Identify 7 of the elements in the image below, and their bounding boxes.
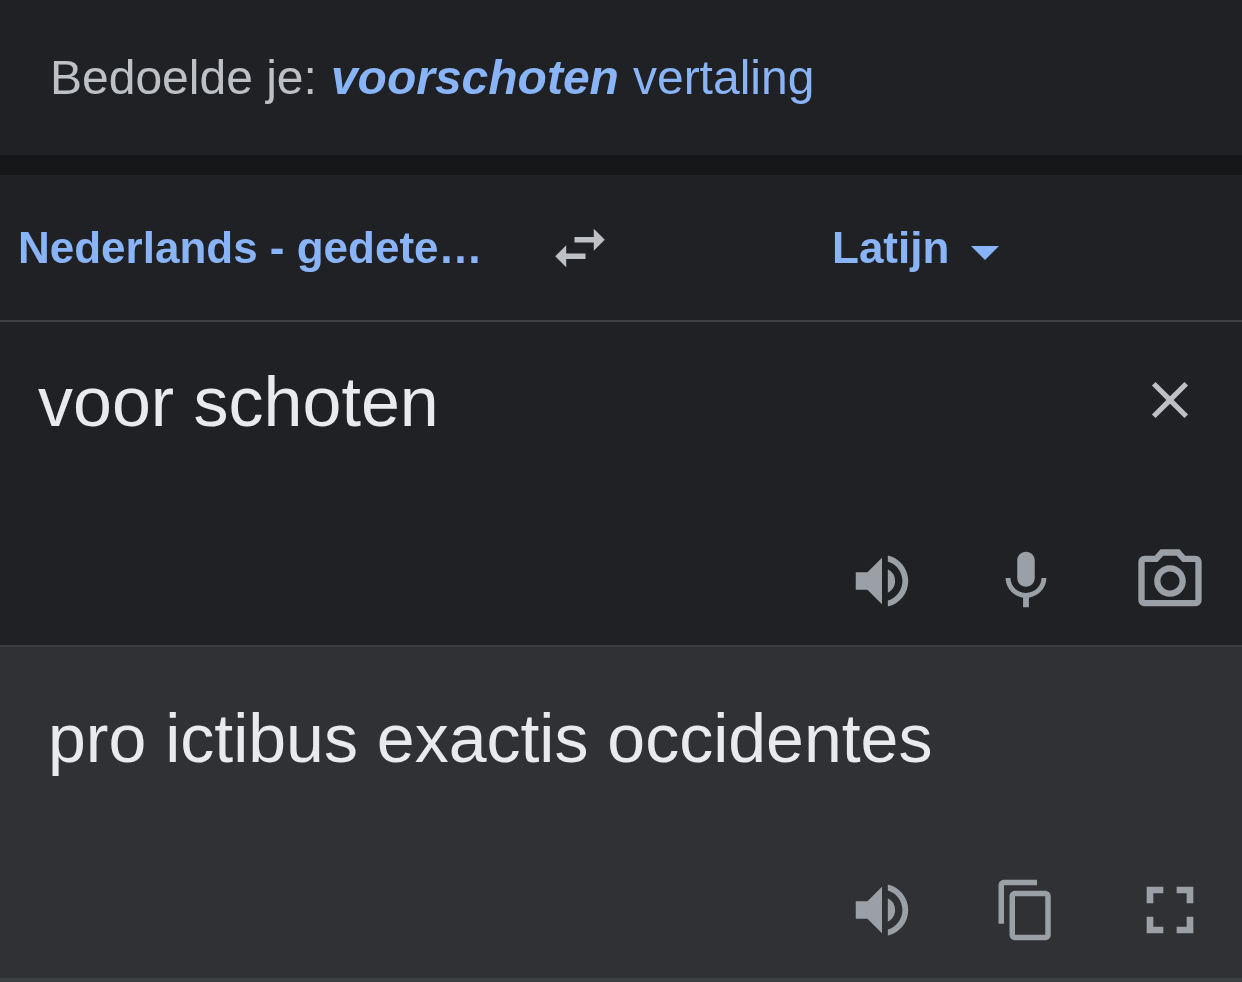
- suggestion-link[interactable]: voorschoten vertaling: [330, 41, 815, 114]
- dropdown-caret-icon: [971, 245, 1000, 260]
- suggestion-label: Bedoelde je:: [50, 49, 317, 106]
- source-text-field[interactable]: voor schoten: [0, 360, 1130, 444]
- target-language-button[interactable]: Latijn: [832, 214, 1000, 281]
- translation-text: pro ictibus exactis occidentes: [48, 700, 933, 776]
- source-language-button[interactable]: Nederlands - gedete…: [0, 214, 540, 281]
